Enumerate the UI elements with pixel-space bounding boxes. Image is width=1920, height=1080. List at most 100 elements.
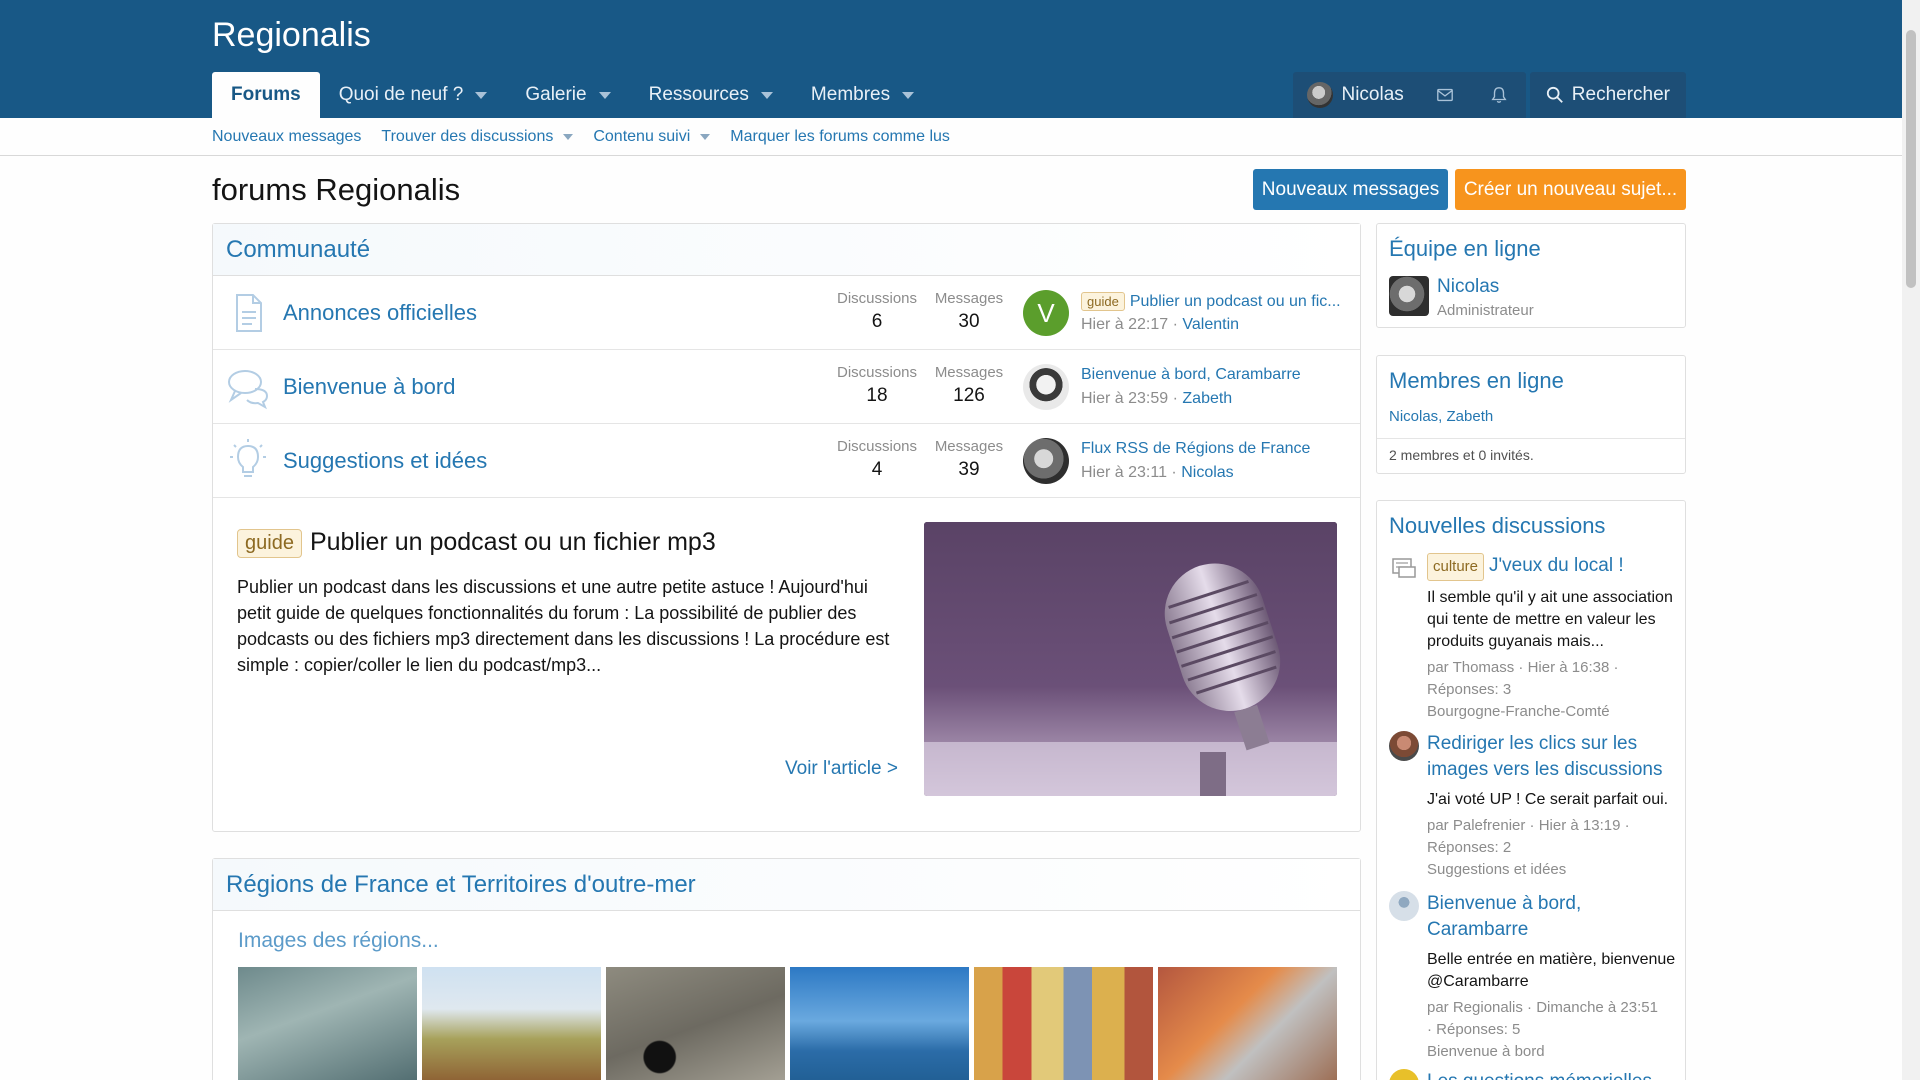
staff-name[interactable]: Nicolas (1437, 276, 1499, 298)
gallery-thumbnail[interactable] (974, 967, 1153, 1080)
nav-tab-forums[interactable]: Forums (212, 72, 320, 118)
members-online-block: Membres en ligne Nicolas, Zabeth 2 membr… (1376, 355, 1686, 474)
last-post-link: Publier un podcast ou un fic... (1129, 293, 1341, 310)
nav-tab-members[interactable]: Membres (792, 72, 933, 118)
page-scrollbar[interactable] (1902, 0, 1920, 1080)
thread-snippet: Belle entrée en matière, bienvenue @Cara… (1427, 951, 1676, 990)
thread-title[interactable]: Rediriger les clics sur les images vers … (1427, 731, 1679, 783)
thread-forum[interactable]: Bienvenue à bord (1427, 1041, 1679, 1063)
subnav-new-posts[interactable]: Nouveaux messages (212, 128, 361, 146)
gallery-thumbnail[interactable] (790, 967, 969, 1080)
thread-item: Bienvenue à bord, Carambarre Belle entré… (1389, 891, 1679, 1061)
read-article-link[interactable]: Voir l'article > (785, 758, 898, 780)
thread-forum[interactable]: Suggestions et idées (1427, 859, 1679, 881)
chevron-down-icon[interactable] (902, 91, 915, 99)
community-block: Communauté Annonces officielles Discussi… (212, 223, 1361, 832)
nav-tab-whats-new[interactable]: Quoi de neuf ? (320, 72, 507, 118)
stat-discussions: Discussions 18 (837, 364, 917, 407)
last-post-user[interactable]: Nicolas (1181, 464, 1233, 481)
last-post-date[interactable]: Hier à 23:59 (1081, 390, 1168, 407)
chevron-down-icon[interactable] (563, 134, 574, 140)
thread-title[interactable]: Bienvenue à bord, Carambarre (1427, 891, 1679, 943)
thread-replies: Réponses: 3 (1427, 681, 1512, 698)
stat-label: Discussions (837, 290, 918, 307)
subnav-watched[interactable]: Contenu suivi (593, 128, 711, 146)
featured-snippet: Publier un podcast dans les discussions … (237, 577, 890, 675)
avatar[interactable]: V (1023, 290, 1069, 336)
search-button[interactable]: Rechercher (1529, 72, 1686, 118)
gallery-thumbnail[interactable] (1158, 967, 1337, 1080)
avatar[interactable] (1389, 731, 1419, 761)
gallery-title[interactable]: Images des régions... (238, 929, 439, 953)
account-button[interactable]: Nicolas (1293, 72, 1417, 118)
chevron-down-icon[interactable] (700, 134, 711, 140)
nav-tab-gallery[interactable]: Galerie (506, 72, 629, 118)
block-title[interactable]: Membres en ligne (1377, 356, 1685, 400)
block-title[interactable]: Nouvelles discussions (1377, 501, 1685, 545)
nav-tab-label: Membres (810, 84, 891, 105)
thread-replies: Réponses: 2 (1427, 839, 1512, 856)
subnav-label: Contenu suivi (593, 128, 691, 145)
stat-label: Discussions (837, 364, 918, 381)
thread-byline: par Regionalis · Dimanche à 23:51 (1427, 999, 1658, 1016)
alerts-button[interactable] (1472, 72, 1526, 118)
thread-title[interactable]: culture J'veux du local ! (1427, 553, 1679, 581)
forum-title[interactable]: Bienvenue à bord (283, 374, 455, 400)
envelope-icon (1436, 88, 1453, 102)
thread-forum[interactable]: Bourgogne-Franche-Comté (1427, 701, 1679, 723)
prefix-badge: culture (1427, 553, 1485, 581)
gallery-thumbnail[interactable] (238, 967, 417, 1080)
avatar[interactable] (1389, 276, 1429, 316)
avatar[interactable] (1023, 364, 1069, 410)
featured-title[interactable]: guide Publier un podcast ou un fichier mp… (237, 528, 716, 558)
thread-meta: par Regionalis · Dimanche à 23:51 · Répon… (1427, 997, 1679, 1063)
staff-online-block: Équipe en ligne Nicolas Administrateur (1376, 223, 1686, 328)
chevron-down-icon[interactable] (598, 91, 611, 99)
last-post-link[interactable]: Flux RSS de Régions de France (1081, 440, 1356, 458)
last-post-link[interactable]: Bienvenue à bord, Carambarre (1081, 366, 1356, 384)
avatar[interactable] (1389, 891, 1419, 921)
last-post-meta: Hier à 23:11 · Nicolas (1081, 464, 1234, 481)
category-header[interactable]: Régions de France et Territoires d'outre… (213, 859, 1360, 911)
new-posts-button[interactable]: Nouveaux messages (1253, 169, 1448, 210)
chevron-down-icon[interactable] (760, 91, 773, 99)
avatar[interactable] (1023, 438, 1069, 484)
gallery-thumbnail[interactable] (422, 967, 601, 1080)
last-post-title[interactable]: guide Publier un podcast ou un fic... (1081, 292, 1356, 311)
create-thread-button[interactable]: Créer un nouveau sujet... (1455, 169, 1686, 210)
thread-meta: par Palefrenier · Hier à 13:19 · Réponses… (1427, 815, 1679, 881)
subnav-mark-read[interactable]: Marquer les forums comme lus (730, 128, 950, 146)
stat-value: 39 (958, 459, 980, 480)
featured-image[interactable] (924, 522, 1337, 796)
search-icon (1546, 86, 1563, 103)
last-post-user[interactable]: Zabeth (1182, 390, 1232, 407)
site-logo[interactable]: Regionalis (212, 16, 371, 55)
stat-value: 6 (871, 311, 883, 332)
avatar (1307, 82, 1334, 108)
stat-discussions: Discussions 6 (837, 290, 917, 333)
chevron-down-icon[interactable] (475, 91, 488, 99)
page-title: forums Regionalis (212, 172, 461, 207)
nav-tab-resources[interactable]: Ressources (630, 72, 792, 118)
gallery-thumbnail[interactable] (606, 967, 785, 1080)
category-header[interactable]: Communauté (213, 224, 1360, 276)
prefix-badge: guide (1081, 292, 1125, 311)
inbox-button[interactable] (1418, 72, 1472, 118)
subnav-find-threads[interactable]: Trouver des discussions (381, 128, 574, 146)
last-post-date[interactable]: Hier à 22:17 (1081, 316, 1168, 333)
block-title[interactable]: Équipe en ligne (1377, 224, 1685, 268)
scrollbar-thumb[interactable] (1906, 30, 1916, 288)
online-members-list[interactable]: Nicolas, Zabeth (1377, 400, 1685, 425)
last-post-date[interactable]: Hier à 23:11 (1081, 464, 1167, 481)
forum-node: Suggestions et idées Discussions 4 Messag… (213, 424, 1360, 498)
thread-meta: par Thomass · Hier à 16:38 · Réponses: 3 B… (1427, 657, 1679, 723)
stat-value: 18 (866, 385, 888, 406)
thread-byline: par Thomass · Hier à 16:38 · (1427, 659, 1619, 676)
avatar[interactable] (1389, 1069, 1419, 1080)
thread-title[interactable]: Les questions mémorielles (1427, 1069, 1679, 1080)
last-post-user[interactable]: Valentin (1182, 316, 1239, 333)
stat-messages: Messages 39 (929, 438, 1009, 481)
forum-title[interactable]: Annonces officielles (283, 300, 477, 326)
thread-item: culture J'veux du local ! Il semble qu'il… (1389, 553, 1679, 723)
forum-title[interactable]: Suggestions et idées (283, 448, 487, 474)
